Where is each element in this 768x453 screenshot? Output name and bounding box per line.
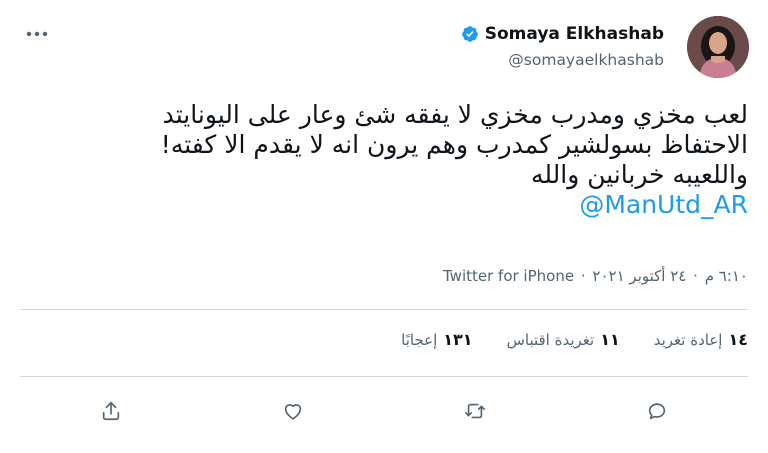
tweet-author: Somaya Elkhashab @somayaelkhashab (461, 24, 664, 69)
more-options-button[interactable] (26, 24, 48, 44)
likes-stat[interactable]: ١٣١ إعجابًا (401, 330, 472, 349)
author-handle[interactable]: @somayaelkhashab (461, 51, 664, 69)
tweet-stats: ١٤ إعادة تغريد ١١ تغريدة اقتباس ١٣١ إعجابًا (28, 330, 748, 349)
meta-separator: · (580, 267, 586, 285)
retweets-label: إعادة تغريد (653, 331, 723, 349)
tweet-text-line: الاحتفاظ بسولشير كمدرب وهم يرون انه لا ي… (160, 130, 748, 159)
mention-link[interactable]: @ManUtd_AR (579, 190, 748, 219)
retweets-count: ١٤ (728, 330, 748, 349)
likes-count: ١٣١ (443, 330, 473, 349)
quotes-label: تغريدة اقتباس (506, 331, 595, 349)
divider (20, 376, 748, 377)
tweet-text: لعب مخزي ومدرب مخزي لا يفقه شئ وعار على … (28, 100, 748, 220)
avatar[interactable] (687, 16, 749, 78)
quotes-stat[interactable]: ١١ تغريدة اقتباس (507, 330, 620, 349)
quotes-count: ١١ (600, 330, 620, 349)
retweet-button[interactable] (461, 397, 489, 425)
retweet-icon (465, 403, 485, 419)
reply-button[interactable] (643, 397, 671, 425)
retweets-stat[interactable]: ١٤ إعادة تغريد (654, 330, 748, 349)
tweet-text-line: لعب مخزي ومدرب مخزي لا يفقه شئ وعار على … (162, 100, 748, 129)
avatar-portrait (687, 16, 749, 78)
tweet-date[interactable]: ٢٤ أكتوبر ٢٠٢١ (592, 267, 686, 285)
likes-label: إعجابًا (401, 331, 438, 349)
tweet-text-line: واللعيبه خربانين والله (530, 160, 748, 189)
author-name[interactable]: Somaya Elkhashab (485, 24, 664, 44)
more-dots-icon (26, 31, 48, 37)
tweet-source[interactable]: Twitter for iPhone (443, 267, 574, 285)
divider (20, 309, 748, 310)
heart-icon (284, 404, 302, 420)
share-icon (102, 401, 120, 421)
share-button[interactable] (97, 397, 125, 425)
meta-separator: · (693, 267, 698, 285)
tweet-actions (20, 398, 748, 424)
like-button[interactable] (279, 397, 307, 425)
reply-icon (648, 403, 666, 420)
verified-badge-icon (461, 26, 478, 42)
tweet-time[interactable]: ٦:١٠ م (705, 267, 748, 285)
tweet-meta: ٦:١٠ م · ٢٤ أكتوبر ٢٠٢١ · Twitter for iP… (28, 267, 748, 285)
